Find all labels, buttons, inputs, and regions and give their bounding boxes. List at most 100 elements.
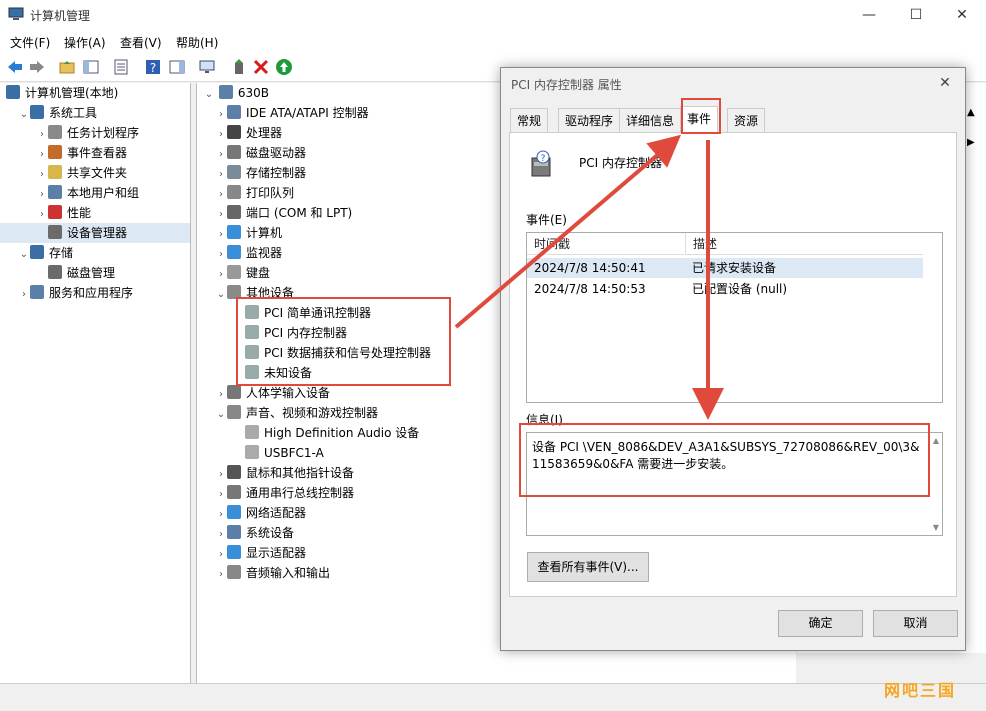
chevron-right-icon[interactable]: ›	[215, 245, 227, 265]
tab-resources[interactable]: 资源	[727, 108, 766, 132]
chevron-right-icon[interactable]: ›	[215, 525, 227, 545]
status-bar	[0, 683, 986, 711]
event-row[interactable]: 2024/7/8 14:50:53 已配置设备 (null)	[527, 279, 923, 299]
column-header-description[interactable]: 描述	[685, 233, 923, 255]
properties-icon[interactable]	[112, 58, 130, 76]
device-category-icon	[227, 385, 241, 399]
tab-general[interactable]: 常规	[510, 108, 549, 132]
left-tree-item[interactable]: 磁盘管理	[0, 263, 190, 283]
tab-details[interactable]: 详细信息	[619, 108, 682, 132]
tree-item-label: 人体学输入设备	[246, 386, 331, 400]
chevron-right-icon[interactable]: ›	[215, 165, 227, 185]
chevron-right-icon[interactable]: ›	[36, 165, 48, 185]
tree-item-label: 共享文件夹	[67, 166, 128, 180]
forward-arrow-icon[interactable]	[28, 58, 46, 76]
chevron-down-icon[interactable]: ⌄	[215, 285, 227, 305]
chevron-right-icon[interactable]: ›	[215, 545, 227, 565]
chevron-right-icon[interactable]: ›	[215, 485, 227, 505]
tree-item-label: 处理器	[246, 126, 283, 140]
left-tree-item[interactable]: › 共享文件夹	[0, 163, 190, 183]
tree-item-label: 系统工具	[49, 106, 98, 120]
tree-item-label: 磁盘驱动器	[246, 146, 307, 160]
device-category-icon	[48, 145, 62, 159]
show-hide-tree-icon[interactable]	[82, 58, 100, 76]
device-category-icon	[227, 145, 241, 159]
chevron-right-icon[interactable]: ›	[215, 125, 227, 145]
device-category-icon	[227, 105, 241, 119]
chevron-right-icon[interactable]: ›	[215, 225, 227, 245]
events-list[interactable]: 时间戳 描述 2024/7/8 14:50:41 已请求安装设备 2024/7/…	[526, 232, 943, 403]
chevron-down-icon[interactable]: ⌄	[203, 85, 215, 105]
chevron-right-icon[interactable]: ›	[215, 505, 227, 525]
left-tree-item[interactable]: ⌄ 系统工具	[0, 103, 190, 123]
chevron-right-icon[interactable]: ›	[215, 105, 227, 125]
device-category-icon	[227, 565, 241, 579]
event-row[interactable]: 2024/7/8 14:50:41 已请求安装设备	[527, 258, 923, 278]
scroll-up-arrow-icon[interactable]: ▲	[967, 107, 975, 118]
minimize-button[interactable]: —	[849, 4, 889, 26]
highlight-box-info	[519, 423, 930, 497]
dialog-close-button[interactable]: ✕	[931, 72, 959, 94]
chevron-right-icon[interactable]: ›	[36, 145, 48, 165]
cancel-button[interactable]: 取消	[873, 610, 958, 637]
monitor-scan-icon[interactable]	[198, 58, 216, 76]
action-pane-icon[interactable]	[168, 58, 186, 76]
help-icon[interactable]: ?	[144, 58, 162, 76]
update-driver-icon[interactable]	[230, 58, 248, 76]
chevron-right-icon[interactable]: ›	[36, 125, 48, 145]
device-category-icon	[227, 265, 241, 279]
chevron-right-icon[interactable]: ›	[215, 145, 227, 165]
device-category-icon	[227, 165, 241, 179]
tree-item-label: 计算机	[246, 226, 283, 240]
chevron-right-icon[interactable]: ›	[215, 185, 227, 205]
back-arrow-icon[interactable]	[6, 58, 24, 76]
menu-file[interactable]: 文件(F)	[10, 34, 50, 51]
maximize-button[interactable]: ☐	[896, 4, 936, 26]
left-tree-item[interactable]: › 本地用户和组	[0, 183, 190, 203]
chevron-right-icon[interactable]: ›	[215, 265, 227, 285]
chevron-right-icon[interactable]: ›	[215, 465, 227, 485]
device-category-icon	[48, 185, 62, 199]
event-time: 2024/7/8 14:50:53	[534, 282, 646, 296]
uninstall-x-icon[interactable]	[252, 58, 270, 76]
left-tree-item[interactable]: ⌄ 存储	[0, 243, 190, 263]
scroll-up-icon[interactable]: ▲	[933, 436, 939, 445]
view-all-events-button[interactable]: 查看所有事件(V)...	[527, 552, 649, 582]
chevron-right-icon[interactable]: ›	[36, 185, 48, 205]
left-tree-item[interactable]: › 事件查看器	[0, 143, 190, 163]
device-category-icon	[227, 245, 241, 259]
chevron-down-icon[interactable]: ⌄	[215, 405, 227, 425]
scroll-down-icon[interactable]: ▼	[933, 523, 939, 532]
device-root-label: 630B	[237, 86, 269, 100]
left-tree-item[interactable]: › 性能	[0, 203, 190, 223]
left-tree-item[interactable]: › 服务和应用程序	[0, 283, 190, 303]
device-category-icon	[48, 205, 62, 219]
chevron-right-icon[interactable]: ›	[215, 205, 227, 225]
menu-view[interactable]: 查看(V)	[120, 34, 162, 51]
chevron-right-icon[interactable]: ›	[36, 205, 48, 225]
chevron-right-icon[interactable]: ›	[18, 285, 30, 305]
chevron-right-icon[interactable]: ›	[215, 385, 227, 405]
tab-driver[interactable]: 驱动程序	[558, 108, 621, 132]
menu-help[interactable]: 帮助(H)	[176, 34, 218, 51]
enable-device-icon[interactable]	[275, 58, 293, 76]
left-tree-item[interactable]: 设备管理器	[0, 223, 190, 243]
window-title: 计算机管理	[30, 9, 91, 23]
folder-up-icon[interactable]	[58, 58, 76, 76]
device-category-icon	[227, 225, 241, 239]
ok-button[interactable]: 确定	[778, 610, 863, 637]
column-header-timestamp[interactable]: 时间戳	[527, 233, 684, 255]
tree-root[interactable]: 计算机管理(本地)	[0, 83, 190, 103]
tree-item-label: 任务计划程序	[67, 126, 140, 140]
menu-action[interactable]: 操作(A)	[64, 34, 106, 51]
chevron-down-icon[interactable]: ⌄	[18, 245, 30, 265]
chevron-down-icon[interactable]: ⌄	[18, 105, 30, 125]
tree-item-label: 音频输入和输出	[246, 566, 331, 580]
left-tree-item[interactable]: › 任务计划程序	[0, 123, 190, 143]
tree-item-label: 声音、视频和游戏控制器	[246, 406, 379, 420]
tree-item-label: IDE ATA/ATAPI 控制器	[246, 106, 369, 120]
close-button[interactable]: ✕	[942, 4, 982, 26]
chevron-right-icon[interactable]: ›	[215, 565, 227, 585]
more-actions-arrow-icon[interactable]: ▶	[967, 137, 975, 148]
svg-text:?: ?	[541, 154, 546, 164]
